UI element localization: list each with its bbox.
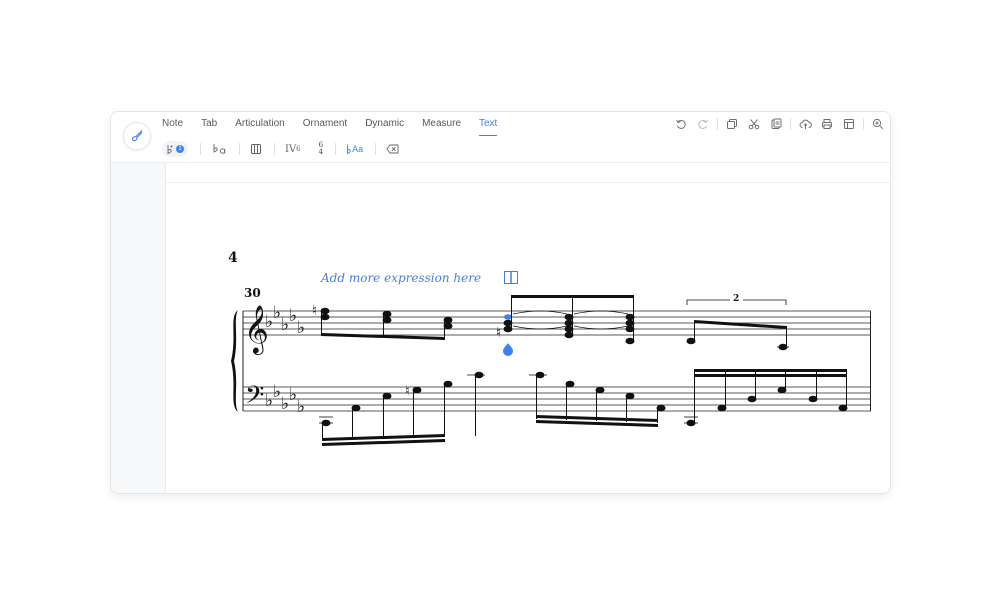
note-head bbox=[382, 310, 392, 318]
note-head bbox=[503, 319, 513, 327]
system-number: 4 bbox=[228, 250, 238, 266]
note-head bbox=[625, 392, 635, 400]
bass-beam-group-2 bbox=[529, 371, 666, 427]
bass-clef: 𝄢 bbox=[245, 381, 264, 416]
grand-staff-brace bbox=[231, 310, 238, 412]
natural-accidental: ♮ bbox=[405, 384, 410, 399]
note-head bbox=[625, 313, 635, 321]
svg-text:♭: ♭ bbox=[273, 303, 281, 323]
beam bbox=[694, 320, 787, 329]
note-head bbox=[625, 319, 635, 327]
svg-text:♭: ♭ bbox=[281, 315, 289, 335]
bass-staff bbox=[243, 386, 871, 412]
note-head bbox=[717, 404, 727, 412]
tie bbox=[512, 325, 568, 330]
tuplet-number: 2 bbox=[733, 294, 739, 304]
note-head bbox=[686, 419, 696, 427]
note-head bbox=[321, 419, 331, 427]
note-head bbox=[474, 371, 484, 379]
selected-note-head bbox=[504, 314, 512, 320]
treble-staff bbox=[243, 310, 871, 336]
note-head bbox=[564, 319, 574, 327]
note-head bbox=[382, 316, 392, 324]
svg-text:♭: ♭ bbox=[297, 397, 305, 417]
editor-window: Note Tab Articulation Ornament Dynamic M… bbox=[110, 111, 891, 494]
note-head bbox=[320, 307, 330, 315]
note-head bbox=[564, 325, 574, 333]
note-head bbox=[808, 395, 818, 403]
tie bbox=[512, 310, 568, 315]
svg-text:♭: ♭ bbox=[297, 318, 305, 338]
note-head bbox=[382, 392, 392, 400]
note-head bbox=[838, 404, 848, 412]
treble-beam-group-1: ♮ bbox=[312, 303, 453, 340]
bass-beam-group-1: ♮ bbox=[319, 371, 485, 446]
note-head bbox=[564, 331, 574, 339]
note-head bbox=[412, 386, 422, 394]
note-head bbox=[565, 380, 575, 388]
svg-text:♭: ♭ bbox=[281, 394, 289, 414]
note-head bbox=[503, 325, 513, 333]
treble-key-signature: ♭ ♭♭ ♭♭ bbox=[265, 303, 305, 338]
natural-accidental: ♮ bbox=[496, 325, 501, 341]
natural-accidental: ♮ bbox=[312, 303, 317, 319]
svg-text:♭: ♭ bbox=[289, 306, 297, 326]
score-canvas[interactable]: 4 30 Add more expression here 𝄞 𝄢 ♭ ♭♭ ♭♭ … bbox=[111, 112, 890, 493]
svg-text:♭: ♭ bbox=[265, 391, 273, 411]
note-head bbox=[656, 404, 666, 412]
note-head bbox=[625, 325, 635, 333]
beam bbox=[511, 295, 634, 298]
note-head bbox=[443, 322, 453, 330]
svg-text:♭: ♭ bbox=[289, 385, 297, 405]
measure-number: 30 bbox=[244, 286, 261, 300]
treble-beam-group-2: ♮ bbox=[496, 295, 635, 345]
beam bbox=[694, 374, 847, 377]
tie bbox=[573, 310, 629, 315]
note-head bbox=[320, 313, 330, 321]
text-cursor[interactable] bbox=[504, 271, 518, 284]
note-head bbox=[595, 386, 605, 394]
note-head bbox=[686, 337, 696, 345]
note-head bbox=[777, 386, 787, 394]
bass-beam-group-3 bbox=[684, 369, 848, 427]
note-head bbox=[443, 316, 453, 324]
beam bbox=[694, 369, 847, 372]
note-head bbox=[351, 404, 361, 412]
tie bbox=[573, 325, 629, 330]
insertion-marker[interactable] bbox=[503, 343, 513, 356]
note-head bbox=[564, 313, 574, 321]
svg-text:♭: ♭ bbox=[273, 382, 281, 402]
expression-placeholder[interactable]: Add more expression here bbox=[320, 271, 481, 285]
note-head bbox=[747, 395, 757, 403]
note-head bbox=[535, 371, 545, 379]
note-head bbox=[625, 337, 635, 345]
svg-text:♭: ♭ bbox=[265, 312, 273, 332]
note-head bbox=[443, 380, 453, 388]
treble-tuplet-group: 2 bbox=[686, 294, 789, 351]
